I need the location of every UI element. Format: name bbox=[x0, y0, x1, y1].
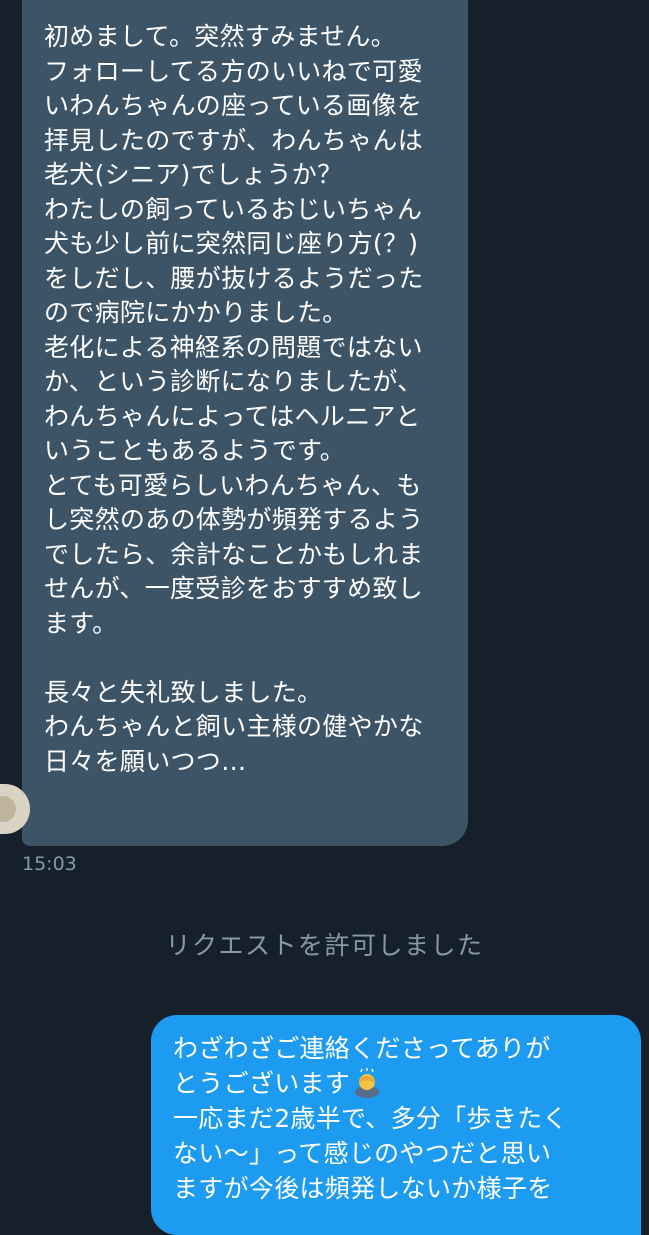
outgoing-text-part-2: 一応まだ2歳半で、多分「歩きたく ない〜」って感じのやつだと思い ますが今後は頻… bbox=[173, 1104, 568, 1203]
person-bowing-emoji-icon bbox=[355, 1068, 380, 1098]
request-accepted-notice: リクエストを許可しました bbox=[165, 931, 484, 960]
sender-avatar[interactable] bbox=[0, 784, 30, 834]
incoming-message-bubble[interactable]: 初めまして。突然すみません。 フォローしてる方のいいねで可愛 いわんちゃんの座っ… bbox=[0, 0, 468, 846]
outgoing-message-text: わざわざご連絡くださってありが とうございます 一応まだ2歳半で、多分「歩きたく… bbox=[173, 1031, 623, 1206]
incoming-message-text: 初めまして。突然すみません。 フォローしてる方のいいねで可愛 いわんちゃんの座っ… bbox=[44, 22, 424, 776]
message-timestamp: 15:03 bbox=[22, 853, 77, 875]
outgoing-message-bubble[interactable]: わざわざご連絡くださってありが とうございます 一応まだ2歳半で、多分「歩きたく… bbox=[151, 1015, 641, 1235]
avatar-image bbox=[0, 796, 16, 822]
